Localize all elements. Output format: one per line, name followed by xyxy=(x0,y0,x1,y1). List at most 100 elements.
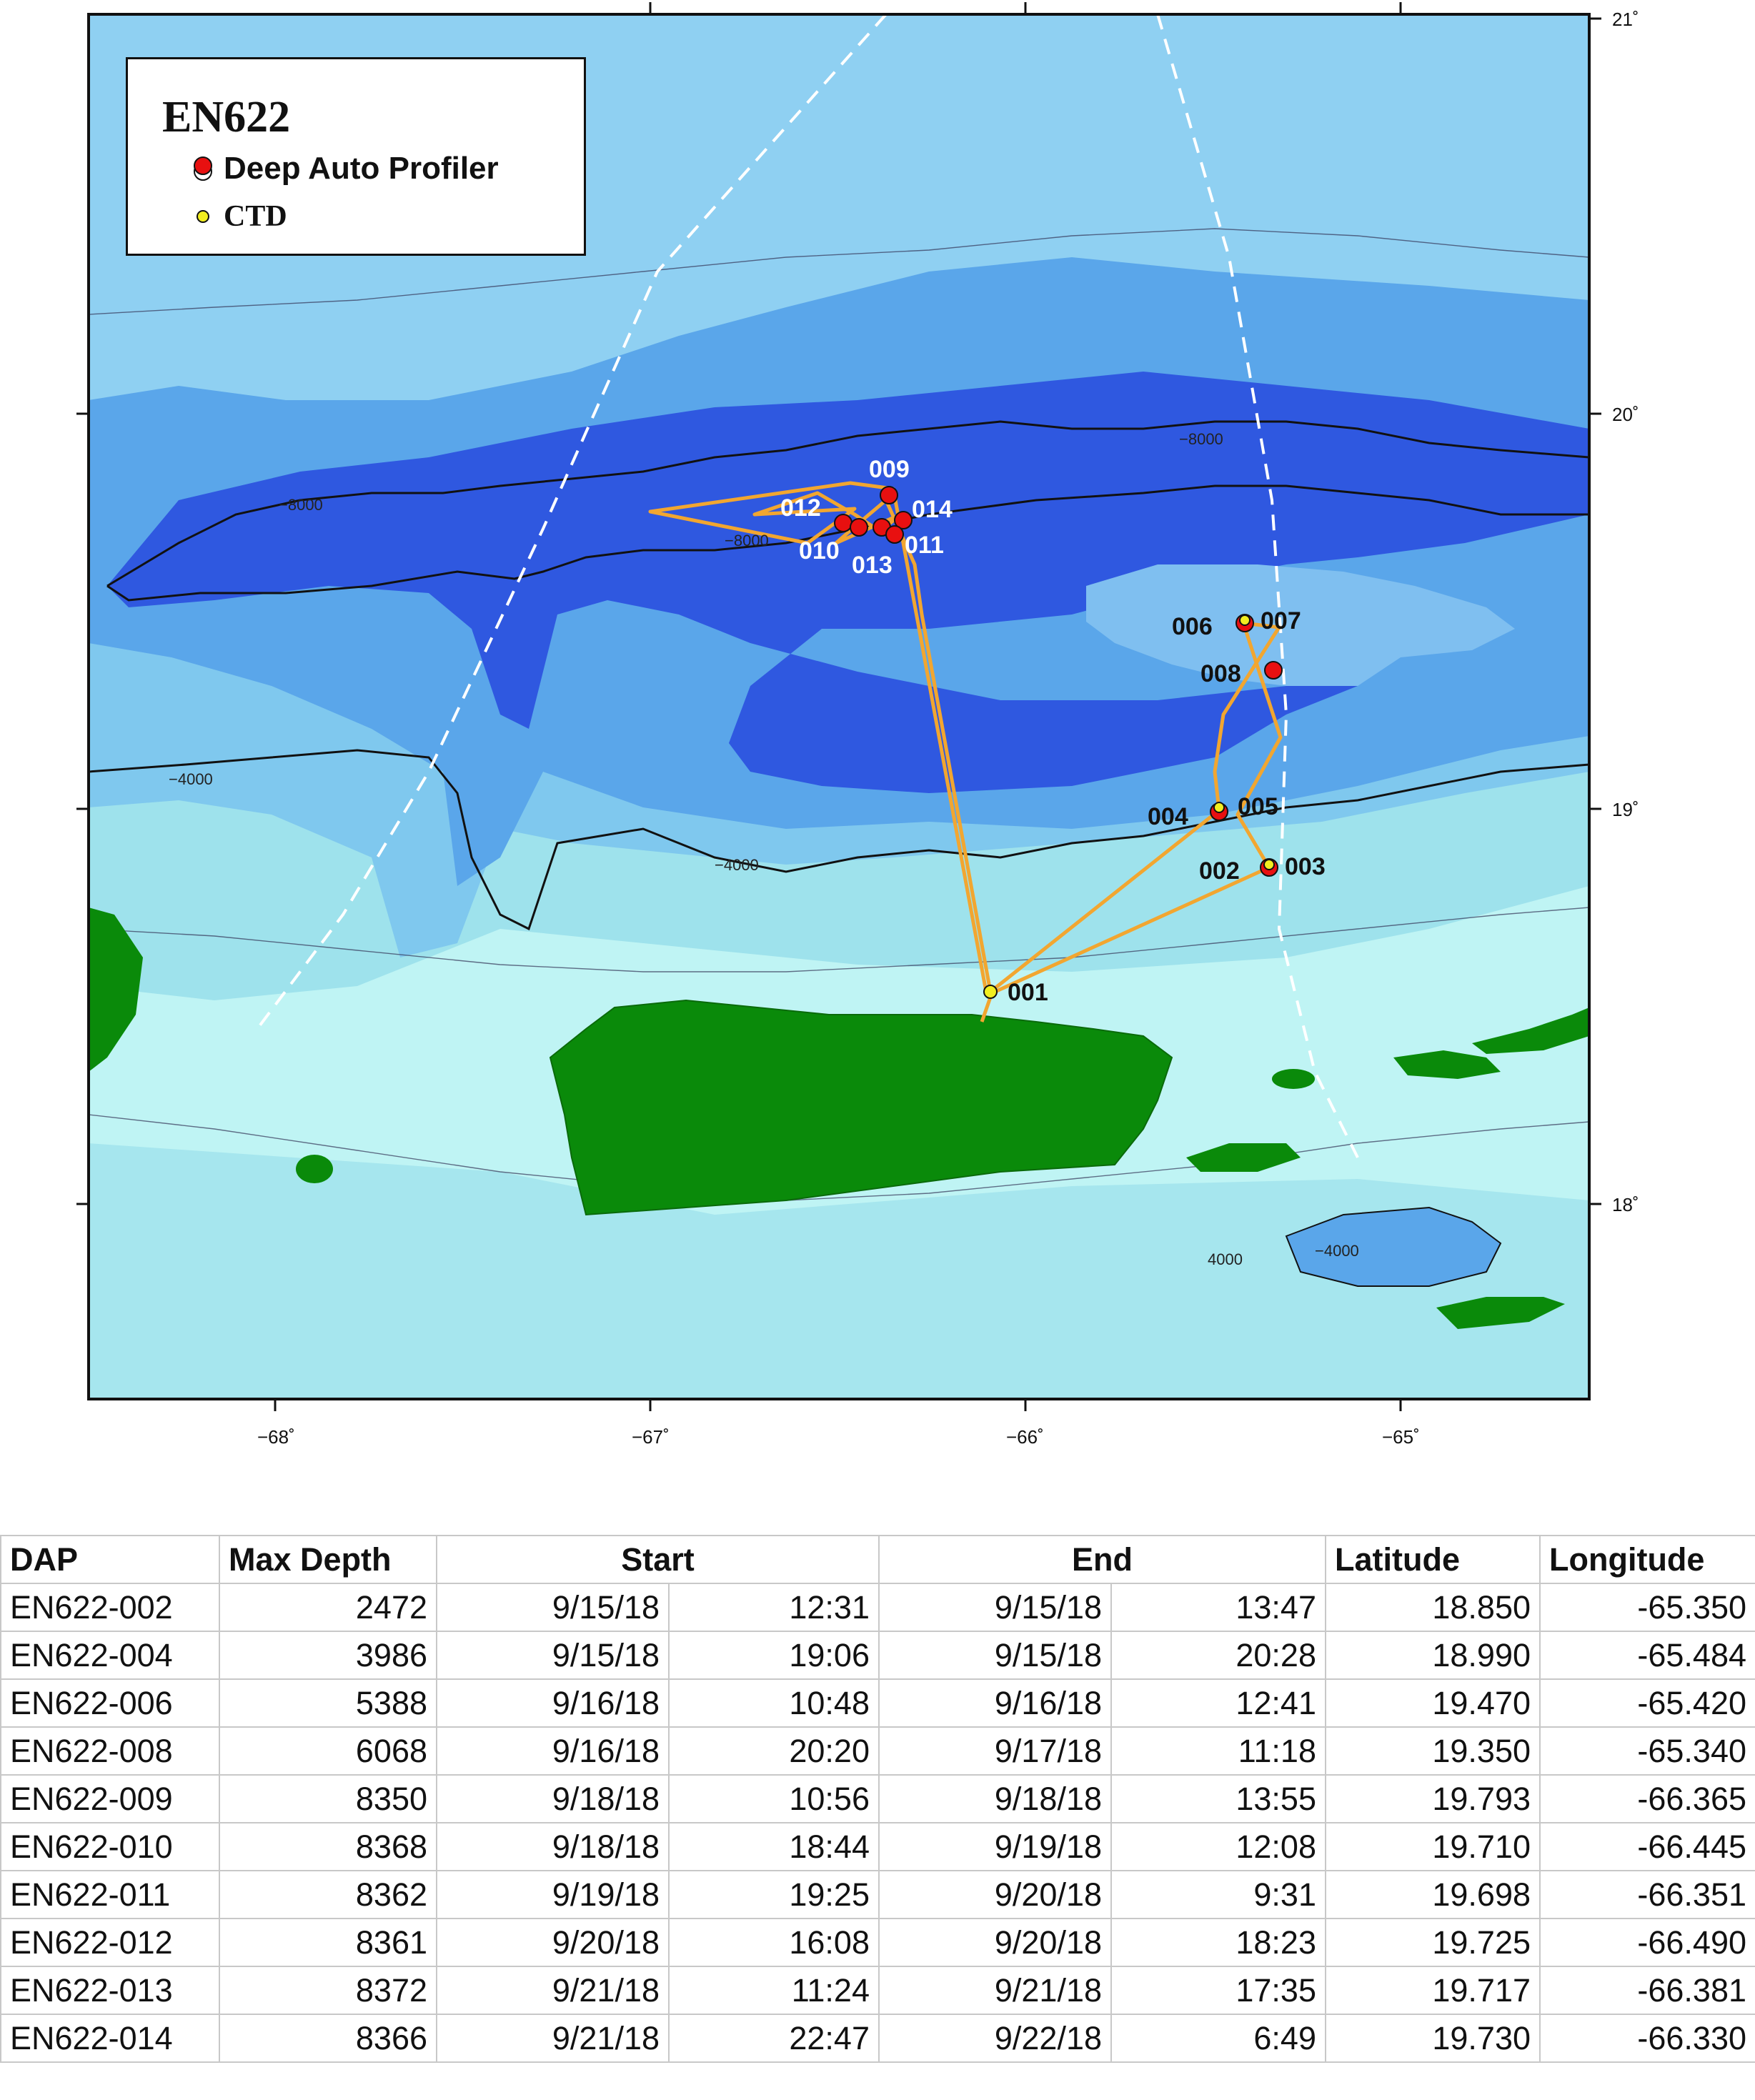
end-time-cell: 17:35 xyxy=(1110,1966,1326,2015)
dap-id-cell: EN622-014 xyxy=(0,2014,220,2063)
max-depth-cell: 3986 xyxy=(219,1631,437,1680)
ctd-marker-007[interactable] xyxy=(1239,614,1251,626)
contour-label: −4000 xyxy=(1315,1242,1359,1260)
bathymetry-map: 009 012 014 010 011 013 006 007 008 004 … xyxy=(0,0,1755,1486)
start-date-cell: 9/16/18 xyxy=(436,1678,670,1728)
lat-tick-label: 19˚ xyxy=(1612,799,1639,820)
start-time-cell: 12:31 xyxy=(668,1583,880,1632)
latitude-cell: 19.698 xyxy=(1325,1870,1541,1919)
start-time-cell: 19:06 xyxy=(668,1631,880,1680)
table-row: EN622-011 8362 9/19/18 19:25 9/20/18 9:31 19.6… xyxy=(0,1870,1755,1919)
longitude-cell: -66.490 xyxy=(1539,1918,1755,1967)
table-row: EN622-012 8361 9/20/18 16:08 9/20/18 18:23 19.… xyxy=(0,1918,1755,1967)
legend-item-ctd: CTD xyxy=(191,199,287,234)
ctd-marker-001[interactable] xyxy=(983,985,998,999)
station-marker-009[interactable] xyxy=(880,486,898,504)
table-header-row: DAP Max Depth Start End Latitude Longitu… xyxy=(0,1535,1755,1584)
dap-id-cell: EN622-009 xyxy=(0,1774,220,1823)
station-marker-011[interactable] xyxy=(885,525,904,544)
start-time-cell: 18:44 xyxy=(668,1822,880,1871)
start-time-cell: 19:25 xyxy=(668,1870,880,1919)
legend-title: EN622 xyxy=(162,93,291,141)
header-longitude: Longitude xyxy=(1539,1535,1755,1584)
header-dap: DAP xyxy=(0,1535,220,1584)
start-date-cell: 9/19/18 xyxy=(436,1870,670,1919)
latitude-cell: 19.470 xyxy=(1325,1678,1541,1728)
end-time-cell: 13:47 xyxy=(1110,1583,1326,1632)
contour-label: −4000 xyxy=(715,856,759,874)
longitude-cell: -66.445 xyxy=(1539,1822,1755,1871)
dap-table-container: DAP Max Depth Start End Latitude Longitu… xyxy=(0,1535,1755,2063)
station-marker-008[interactable] xyxy=(1264,661,1283,680)
end-date-cell: 9/22/18 xyxy=(878,2014,1112,2063)
end-time-cell: 9:31 xyxy=(1110,1870,1326,1919)
latitude-cell: 19.717 xyxy=(1325,1966,1541,2015)
end-date-cell: 9/20/18 xyxy=(878,1918,1112,1967)
station-label-007: 007 xyxy=(1261,607,1301,635)
header-start: Start xyxy=(436,1535,880,1584)
lat-tick-label: 21˚ xyxy=(1612,9,1639,30)
dap-id-cell: EN622-008 xyxy=(0,1726,220,1776)
station-marker-010[interactable] xyxy=(850,518,868,537)
station-label-012: 012 xyxy=(780,494,821,522)
end-time-cell: 13:55 xyxy=(1110,1774,1326,1823)
lon-tick-label: −65˚ xyxy=(1382,1426,1420,1448)
longitude-cell: -66.381 xyxy=(1539,1966,1755,2015)
latitude-cell: 19.730 xyxy=(1325,2014,1541,2063)
table-row: EN622-008 6068 9/16/18 20:20 9/17/18 11:18 19.… xyxy=(0,1726,1755,1776)
max-depth-cell: 8362 xyxy=(219,1870,437,1919)
station-label-004: 004 xyxy=(1148,803,1188,830)
start-date-cell: 9/21/18 xyxy=(436,1966,670,2015)
latitude-cell: 19.350 xyxy=(1325,1726,1541,1776)
dap-symbol-icon xyxy=(194,156,212,181)
station-marker-012[interactable] xyxy=(834,514,852,532)
longitude-cell: -65.484 xyxy=(1539,1631,1755,1680)
start-time-cell: 11:24 xyxy=(668,1966,880,2015)
ctd-symbol-icon xyxy=(197,210,209,223)
longitude-cell: -66.365 xyxy=(1539,1774,1755,1823)
map-legend: EN622 Deep Auto Profiler CTD xyxy=(126,57,586,256)
end-time-cell: 18:23 xyxy=(1110,1918,1326,1967)
station-label-001: 001 xyxy=(1008,979,1048,1006)
max-depth-cell: 8372 xyxy=(219,1966,437,2015)
start-date-cell: 9/15/18 xyxy=(436,1631,670,1680)
dap-id-cell: EN622-010 xyxy=(0,1822,220,1871)
end-time-cell: 6:49 xyxy=(1110,2014,1326,2063)
start-date-cell: 9/18/18 xyxy=(436,1822,670,1871)
start-time-cell: 16:08 xyxy=(668,1918,880,1967)
end-date-cell: 9/15/18 xyxy=(878,1583,1112,1632)
legend-label-dap: Deep Auto Profiler xyxy=(224,151,499,186)
end-date-cell: 9/16/18 xyxy=(878,1678,1112,1728)
end-date-cell: 9/15/18 xyxy=(878,1631,1112,1680)
header-latitude: Latitude xyxy=(1325,1535,1541,1584)
end-date-cell: 9/21/18 xyxy=(878,1966,1112,2015)
station-label-008: 008 xyxy=(1200,660,1241,687)
dap-id-cell: EN622-013 xyxy=(0,1966,220,2015)
station-label-010: 010 xyxy=(799,537,840,564)
contour-label: −8000 xyxy=(725,532,769,549)
station-label-003: 003 xyxy=(1285,853,1326,880)
start-time-cell: 10:56 xyxy=(668,1774,880,1823)
dap-id-cell: EN622-004 xyxy=(0,1631,220,1680)
latitude-cell: 19.710 xyxy=(1325,1822,1541,1871)
header-max-depth: Max Depth xyxy=(219,1535,437,1584)
end-date-cell: 9/17/18 xyxy=(878,1726,1112,1776)
longitude-cell: -65.340 xyxy=(1539,1726,1755,1776)
table-row: EN622-010 8368 9/18/18 18:44 9/19/18 12:08 19.… xyxy=(0,1822,1755,1871)
station-label-011: 011 xyxy=(905,532,944,559)
dap-table: DAP Max Depth Start End Latitude Longitu… xyxy=(0,1535,1755,2063)
start-date-cell: 9/18/18 xyxy=(436,1774,670,1823)
legend-label-ctd: CTD xyxy=(224,200,287,233)
max-depth-cell: 2472 xyxy=(219,1583,437,1632)
ctd-marker-003[interactable] xyxy=(1263,859,1275,870)
table-row: EN622-013 8372 9/21/18 11:24 9/21/18 17:35 19.… xyxy=(0,1966,1755,2015)
dap-id-cell: EN622-012 xyxy=(0,1918,220,1967)
station-label-009: 009 xyxy=(869,456,910,483)
longitude-cell: -66.351 xyxy=(1539,1870,1755,1919)
end-time-cell: 11:18 xyxy=(1110,1726,1326,1776)
table-body: EN622-002 2472 9/15/18 12:31 9/15/18 13:47 18.… xyxy=(0,1583,1755,2063)
lat-tick-label: 18˚ xyxy=(1612,1194,1639,1215)
start-time-cell: 20:20 xyxy=(668,1726,880,1776)
end-date-cell: 9/19/18 xyxy=(878,1822,1112,1871)
ctd-marker-005[interactable] xyxy=(1213,802,1225,813)
